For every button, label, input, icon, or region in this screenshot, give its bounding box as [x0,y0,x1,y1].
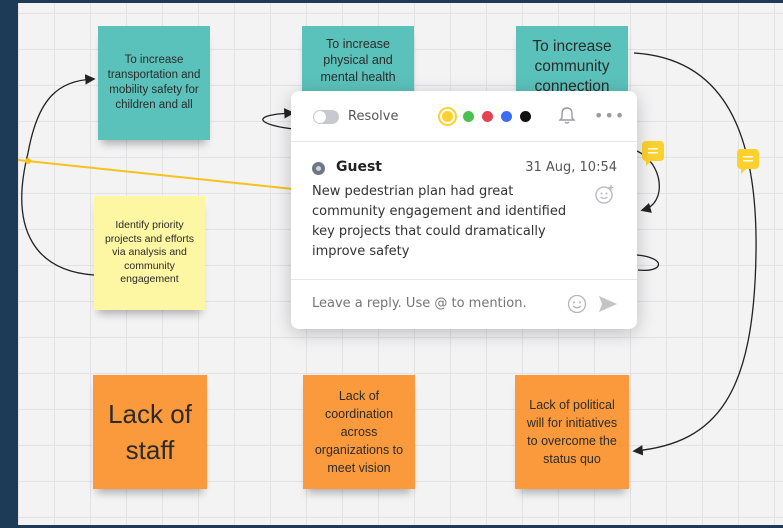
color-blue[interactable] [501,111,512,122]
toggle-icon [314,111,326,123]
resolve-toggle[interactable] [313,110,339,124]
color-red[interactable] [482,111,493,122]
sticky-transport[interactable]: To increase transportation and mobility … [98,26,210,140]
sticky-coordination[interactable]: Lack of coordination across organization… [303,375,415,489]
comment-toolbar: Resolve ••• [291,91,637,142]
color-yellow[interactable] [440,109,455,124]
reply-input[interactable] [312,296,552,311]
sticky-identify[interactable]: Identify priority projects and efforts v… [94,196,205,310]
avatar [312,162,325,175]
comment-badge-icon[interactable] [642,141,664,166]
connector-right-tail [636,254,660,272]
comment-time: 31 Aug, 10:54 [525,160,617,175]
more-icon[interactable]: ••• [594,106,625,125]
sticky-political[interactable]: Lack of political will for initiatives t… [515,375,629,489]
connector-health-loop [262,108,295,130]
emoji-icon[interactable] [567,294,587,314]
comment-badge-icon[interactable] [737,149,759,174]
yellow-line-anchor [25,158,31,164]
send-icon[interactable] [598,295,618,313]
connector-yellow-line [18,159,294,190]
comment-lines-icon [743,156,753,162]
add-reaction-icon[interactable] [594,183,616,205]
color-black[interactable] [520,111,531,122]
comment-popup: Resolve ••• Guest 31 Aug, 10:54 New pede… [291,91,637,329]
resolve-label[interactable]: Resolve [348,109,398,124]
connector-identify-to-transport [21,74,96,276]
reply-bar [291,279,637,329]
bell-icon[interactable] [557,105,577,125]
comment-author: Guest [336,159,382,175]
comment-text: New pedestrian plan had great community … [312,184,567,259]
sticky-staff[interactable]: Lack of staff [93,375,207,489]
comment-lines-icon [648,148,658,154]
color-green[interactable] [463,111,474,122]
connector-community-to-political [632,52,757,456]
whiteboard-canvas[interactable]: To increase transportation and mobility … [18,3,783,525]
